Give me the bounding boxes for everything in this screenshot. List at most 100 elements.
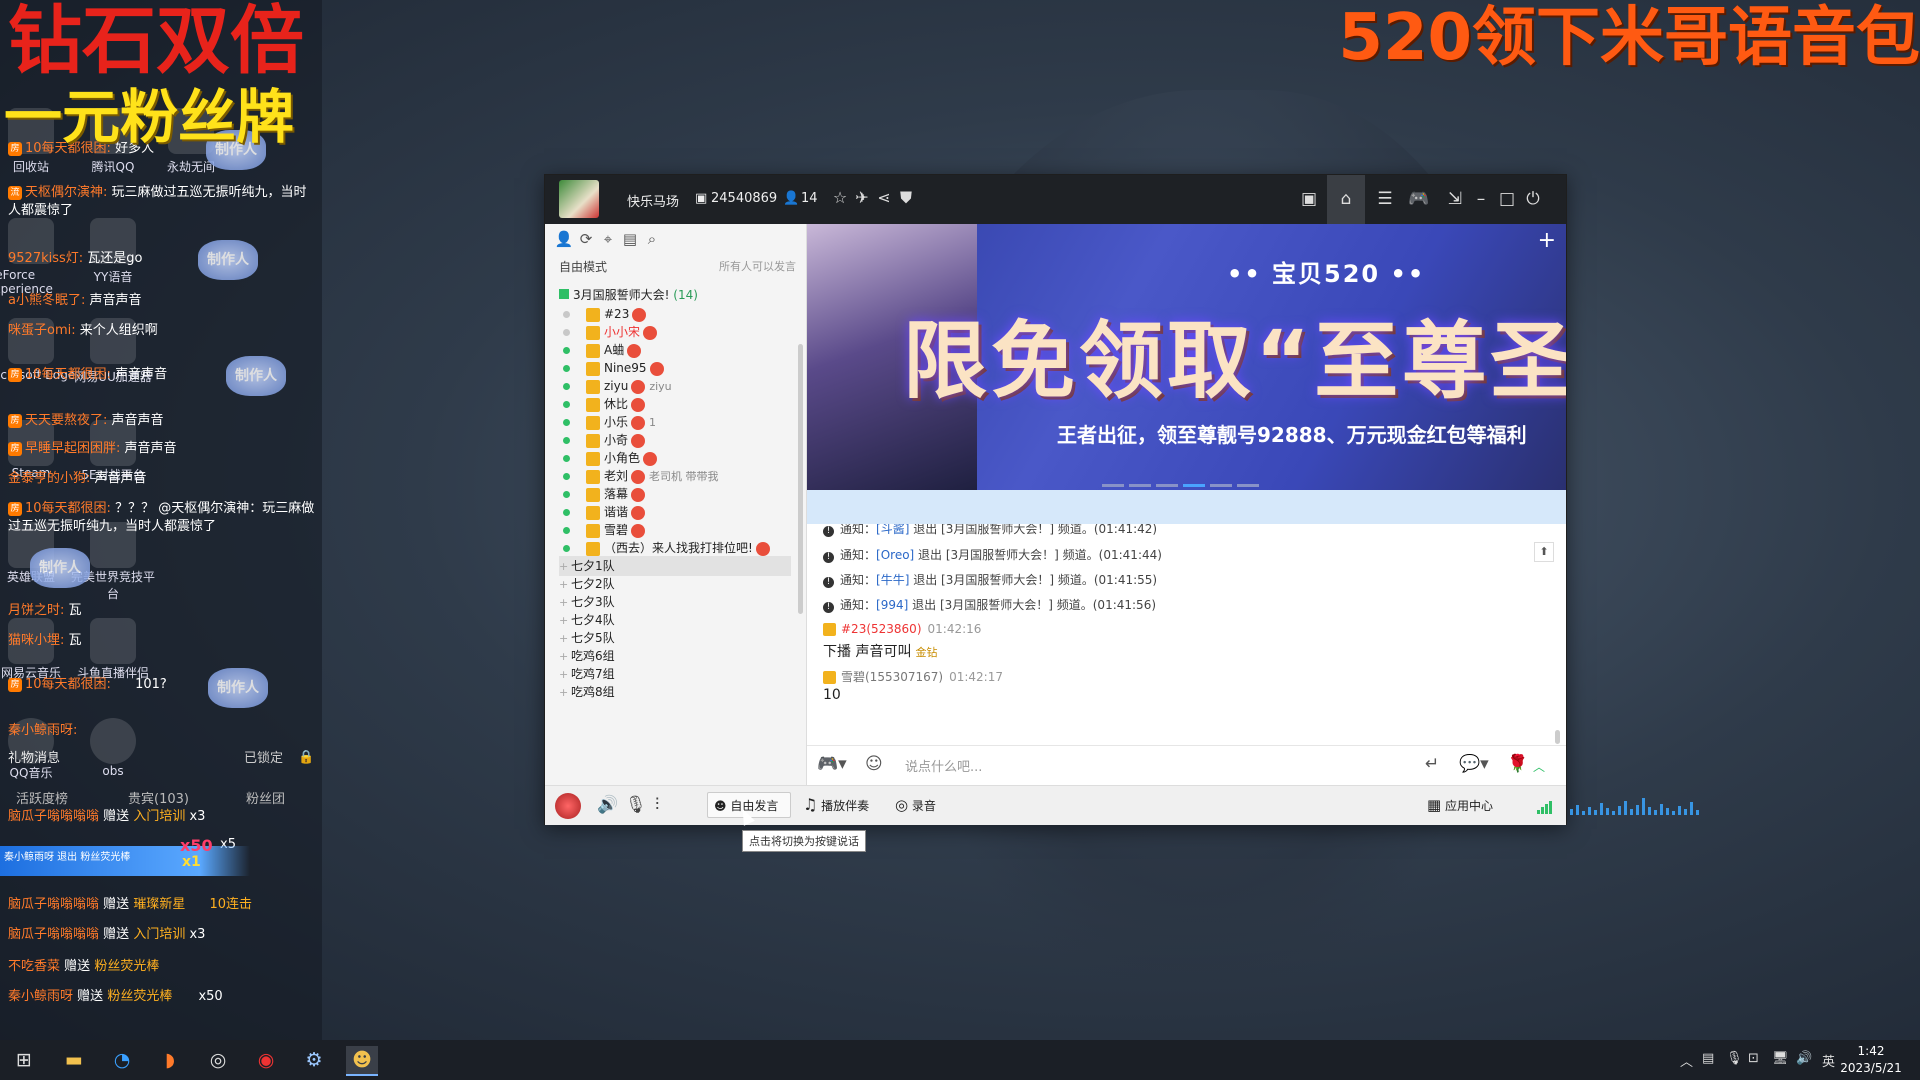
crown-icon: [586, 415, 600, 430]
maximize-icon[interactable]: □: [1493, 185, 1521, 213]
free-speak-icon: ☻: [714, 799, 727, 813]
enter-icon[interactable]: ↵: [1425, 754, 1439, 774]
gamepad-icon[interactable]: 🎮: [1405, 185, 1433, 213]
scroll-top-button[interactable]: ⬆: [1534, 542, 1554, 562]
banner-pager[interactable]: [1102, 476, 1264, 487]
subchannel-item[interactable]: + 七夕3队: [559, 592, 791, 612]
subchannel-item[interactable]: + 七夕5队: [559, 628, 791, 648]
app-center-button[interactable]: ▦ 应用中心: [1427, 792, 1493, 818]
notif-count-small: x1: [182, 854, 201, 870]
member-row[interactable]: 小角色: [563, 448, 658, 468]
windows-start-icon[interactable]: ⊞: [8, 1046, 40, 1074]
gamepad-icon[interactable]: 🎮▾: [817, 754, 847, 774]
ime-indicator[interactable]: 英: [1822, 1051, 1835, 1070]
accompany-button[interactable]: ♫ 播放伴奏: [803, 792, 869, 818]
video-icon[interactable]: ▣: [1295, 185, 1323, 213]
home-icon[interactable]: ⌂: [1327, 175, 1365, 224]
tray-expand-icon[interactable]: ︿: [1680, 1051, 1693, 1070]
tray-app-icon[interactable]: ▤: [1702, 1051, 1714, 1066]
user-icon[interactable]: 👤: [553, 230, 575, 248]
member-row[interactable]: ziyu ziyu: [563, 376, 672, 396]
speak-mode-desc: 所有人可以发言: [719, 260, 796, 273]
steam-taskbar-icon[interactable]: ⚙: [298, 1046, 330, 1074]
microphone-icon[interactable]: 🎙: [625, 795, 647, 815]
member-row[interactable]: 老刘 老司机 带带我: [563, 466, 719, 486]
member-row[interactable]: 谐谐: [563, 502, 646, 522]
lock-icon[interactable]: 🔒: [298, 750, 314, 765]
network-icon[interactable]: 🖥: [1772, 1051, 1789, 1066]
message-input[interactable]: [903, 756, 1287, 778]
emoji-icon[interactable]: ☺: [865, 754, 883, 774]
yy-taskbar-icon[interactable]: ☻: [346, 1046, 378, 1076]
douyu-taskbar-icon[interactable]: ◗: [154, 1046, 186, 1074]
message-user[interactable]: 雪碧(155307167): [841, 670, 943, 684]
location-icon[interactable]: ⌖: [597, 230, 619, 248]
crown-icon: [586, 361, 600, 376]
member-row[interactable]: 休比: [563, 394, 646, 414]
plane-icon[interactable]: ✈: [851, 187, 873, 209]
list-icon[interactable]: ☰: [1371, 185, 1399, 213]
power-icon[interactable]: ⏻: [1519, 185, 1547, 213]
speaker-icon[interactable]: 🔊: [597, 795, 618, 815]
channel-tree-panel: 👤 ⟳ ⌖ ▤ ⌕ 自由模式 所有人可以发言 3月国服誓师大会! (14) #23 小小宋…: [545, 224, 807, 785]
share-icon[interactable]: ⋖: [873, 187, 895, 209]
volume-icon[interactable]: 🔊: [1796, 1051, 1812, 1066]
shield-icon[interactable]: ⛊: [895, 187, 917, 209]
tab-vip[interactable]: 贵宾(103): [128, 788, 189, 807]
member-row[interactable]: 落幕: [563, 484, 646, 504]
crown-icon: [823, 623, 836, 636]
minimize-icon[interactable]: –: [1467, 185, 1495, 213]
member-row[interactable]: 小乐 1: [563, 412, 656, 432]
obs-taskbar-icon[interactable]: ◎: [202, 1046, 234, 1074]
search-icon[interactable]: ⌕: [641, 230, 663, 248]
record-button[interactable]: ◎ 录音: [895, 792, 936, 818]
expand-up-icon[interactable]: ︿: [1533, 758, 1545, 775]
medal-icon: [632, 307, 647, 322]
subchannel-item[interactable]: + 七夕2队: [559, 574, 791, 594]
avatar[interactable]: [555, 793, 581, 819]
edge-taskbar-icon[interactable]: ◔: [106, 1046, 138, 1074]
file-explorer-icon[interactable]: ▬: [58, 1046, 90, 1074]
rose-icon[interactable]: 🌹: [1507, 754, 1528, 774]
subchannel-item[interactable]: + 七夕1队: [559, 556, 791, 576]
tray-record-icon[interactable]: ⊡: [1748, 1051, 1759, 1066]
mixer-icon[interactable]: ⫶: [655, 795, 659, 815]
banner-plus-icon[interactable]: +: [1538, 228, 1556, 253]
member-row[interactable]: 小奇: [563, 430, 646, 450]
subchannel-item[interactable]: + 吃鸡6组: [559, 646, 791, 666]
member-row[interactable]: #23: [563, 304, 647, 324]
favorite-icon[interactable]: ☆: [829, 187, 851, 209]
member-row[interactable]: A蛐: [563, 340, 642, 360]
member-row[interactable]: 雪碧: [563, 520, 646, 540]
chat-scrollbar[interactable]: [1555, 730, 1560, 744]
collapse-icon[interactable]: ⇲: [1441, 185, 1469, 213]
tree-scrollbar[interactable]: [798, 344, 803, 614]
notes-icon[interactable]: ▤: [619, 230, 641, 248]
member-name: 雪碧: [604, 523, 629, 537]
notice-line: ! 通知：[Oreo] 退出 [3月国服誓师大会！] 频道。(01:41:44): [823, 546, 1162, 563]
channel-refresh-icon[interactable]: ⟳: [575, 230, 597, 248]
crown-icon: [823, 671, 836, 684]
room-root[interactable]: 3月国服誓师大会! (14): [559, 286, 698, 303]
promo-banner[interactable]: •• 宝贝520 •• 限免领取“至尊圣剑” 王者出征，领至尊靓号92888、万…: [807, 224, 1566, 490]
tray-mic-icon[interactable]: 🎙: [1726, 1051, 1743, 1066]
message-user[interactable]: #23(523860): [841, 622, 922, 636]
subchannel-item[interactable]: + 七夕4队: [559, 610, 791, 630]
netease-taskbar-icon[interactable]: ◉: [250, 1046, 282, 1074]
status-dot: [563, 329, 570, 336]
tab-fans[interactable]: 粉丝团: [246, 788, 285, 807]
subchannel-item[interactable]: + 吃鸡8组: [559, 682, 791, 702]
status-dot: [563, 455, 570, 462]
member-row[interactable]: 小小宋: [563, 322, 658, 342]
record-icon: ◎: [895, 796, 909, 814]
tab-activity[interactable]: 活跃度榜: [16, 788, 68, 807]
system-clock[interactable]: 1:42 2023/5/21: [1836, 1043, 1906, 1077]
member-row[interactable]: （西去）来人找我打排位吧!: [563, 538, 770, 558]
member-note: 老司机 带带我: [649, 470, 719, 483]
subchannel-item[interactable]: + 吃鸡7组: [559, 664, 791, 684]
chat-bubble-icon[interactable]: 💬▾: [1459, 754, 1489, 774]
member-name: 老刘: [604, 469, 629, 483]
member-row[interactable]: Nine95: [563, 358, 664, 378]
medal-icon: [649, 361, 664, 376]
channel-logo[interactable]: [559, 180, 599, 218]
